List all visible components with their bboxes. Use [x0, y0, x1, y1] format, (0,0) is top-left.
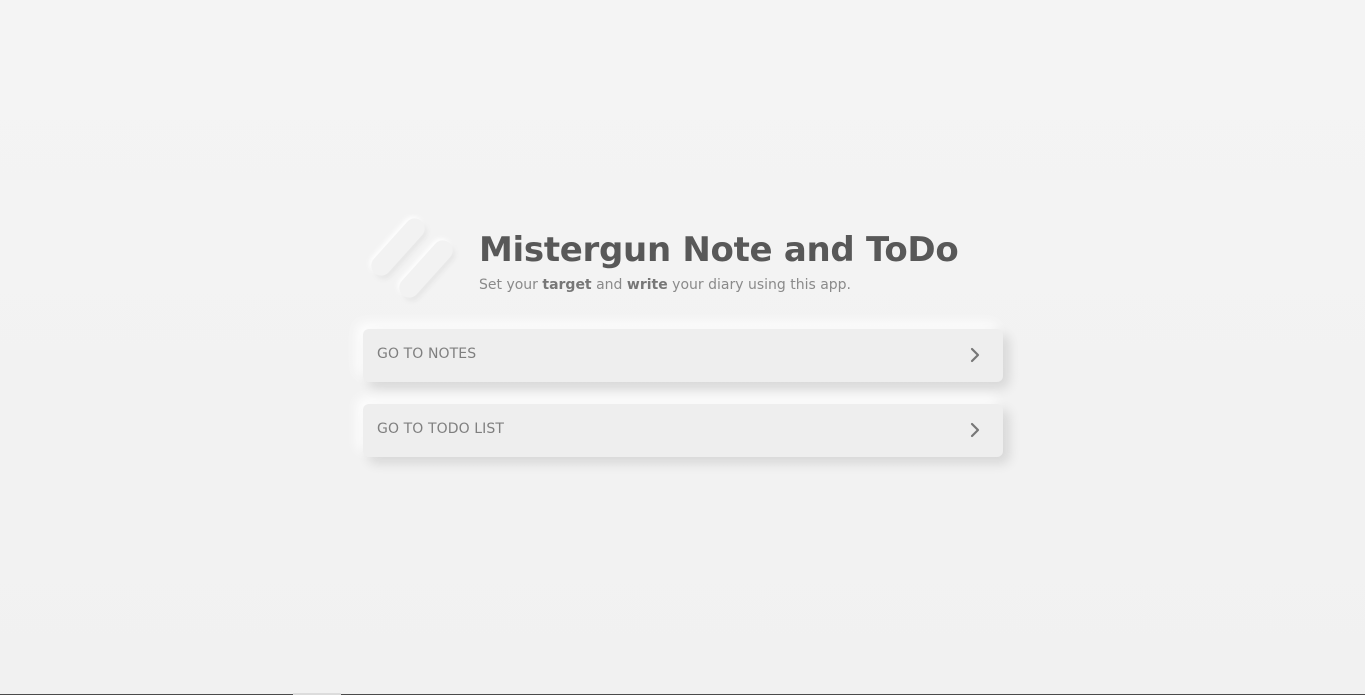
subtitle-text: and — [591, 277, 627, 293]
page-title: Mistergun Note and ToDo — [479, 230, 959, 270]
subtitle-text: Set your — [479, 277, 543, 293]
subtitle-emphasis-target: target — [542, 277, 592, 293]
chevron-right-icon — [970, 347, 980, 363]
subtitle-text: your diary using this app. — [667, 277, 852, 293]
subtitle-emphasis-write: write — [626, 277, 668, 293]
page-subtitle: Set your target and write your diary usi… — [479, 277, 851, 293]
app-header: Mistergun Note and ToDo Set your target … — [364, 214, 1004, 306]
go-to-todo-list-button[interactable]: GO TO TODO LIST — [363, 404, 1003, 457]
logo-icon — [371, 218, 453, 298]
chevron-right-icon — [970, 422, 980, 438]
page: Mistergun Note and ToDo Set your target … — [0, 0, 1365, 695]
go-to-notes-label: GO TO NOTES — [377, 346, 477, 362]
go-to-notes-button[interactable]: GO TO NOTES — [363, 329, 1003, 382]
go-to-todo-list-label: GO TO TODO LIST — [377, 421, 505, 437]
